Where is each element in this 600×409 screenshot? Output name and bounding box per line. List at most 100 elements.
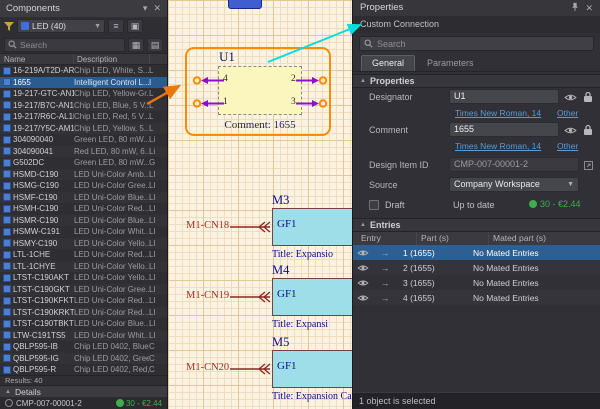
component-row[interactable]: HSMG-C190 LED Uni-Color Gree... LI [0, 180, 167, 192]
external-link-icon[interactable] [581, 158, 595, 172]
panel-options-button[interactable]: ▣ [127, 19, 143, 33]
component-row[interactable]: LTW-C191TS5 LED Uni-Color Whit... LI [0, 330, 167, 342]
component-row[interactable]: G502DC Green LED, 80 mW... G [0, 157, 167, 169]
entries-column-headers: Entry Part (s) Mated part (s) [353, 232, 600, 245]
module-ref-label[interactable]: M4 [272, 263, 289, 278]
entry-row[interactable]: → 1 (1655) No Mated Entries [353, 245, 600, 260]
lock-icon[interactable] [581, 90, 595, 104]
component-row[interactable]: LTST-C190GKT LED Uni-Color Gree... LI [0, 284, 167, 296]
component-row[interactable]: HSMY-C190 LED Uni-Color Yello... LI [0, 238, 167, 250]
component-row[interactable]: LTST-C190TBKT LED Uni-Color Blue... LI [0, 318, 167, 330]
component-row[interactable]: HSMW-C191 LED Uni-Color Whit... LI [0, 226, 167, 238]
filter-funnel-icon[interactable] [4, 22, 14, 31]
component-row[interactable]: HSMD-C190 LED Uni-Color Amb... LI [0, 169, 167, 181]
components-panel: Components ✕ ▾ LED (40) ▼ ≡ ▣ Search ▦ ▤… [0, 0, 168, 409]
section-properties[interactable]: ▲ Properties [353, 74, 600, 88]
designator-other-link[interactable]: Other [557, 108, 578, 118]
sheet-symbol[interactable]: GF1 [272, 350, 352, 388]
goto-arrow-icon[interactable]: → [373, 263, 397, 273]
section-entries[interactable]: ▲ Entries [353, 218, 600, 232]
component-row[interactable]: LTST-C190AKT LED Uni-Color Yello... LI [0, 272, 167, 284]
sheet-symbol[interactable]: GF1 [272, 278, 352, 316]
pin-number[interactable]: 3 [291, 97, 296, 107]
component-row[interactable]: LTL-1CHYE LED Uni-Color Yello... LI [0, 261, 167, 273]
component-row[interactable]: 304090040 Green LED, 80 mW... Li [0, 134, 167, 146]
goto-arrow-icon[interactable]: → [373, 293, 397, 303]
eye-icon[interactable] [353, 279, 373, 287]
goto-arrow-icon[interactable]: → [373, 278, 397, 288]
component-row[interactable]: HSMF-C190 LED Uni-Color Blue... LI [0, 192, 167, 204]
component-row[interactable]: QBLP595-IG Chip LED 0402, Gree... C [0, 353, 167, 365]
comment-input[interactable]: 1655 [449, 122, 559, 137]
tab-parameters[interactable]: Parameters [417, 56, 484, 71]
column-header-parts[interactable]: Part (s) [417, 232, 489, 245]
module-ref-label[interactable]: M3 [272, 193, 289, 208]
component-row[interactable]: 1655 Intelligent Control L... I [0, 77, 167, 89]
component-row[interactable]: QBLP595-IB Chip LED 0402, Blue... C [0, 341, 167, 353]
pin-icon[interactable] [571, 0, 579, 16]
sheet-module: M5 GF1 M1-CN20 Title: Expansion Card 3 [168, 335, 352, 405]
goto-arrow-icon[interactable]: → [373, 248, 397, 258]
column-header-name[interactable]: Name [0, 54, 74, 64]
component-extra: LI [149, 331, 167, 340]
component-row[interactable]: LTST-C190KRKT LED Uni-Color Red... LI [0, 307, 167, 319]
component-row[interactable]: LTST-C190KFKT LED Uni-Color Red... LI [0, 295, 167, 307]
properties-search-input[interactable]: Search [359, 36, 594, 51]
list-view-button[interactable]: ▤ [147, 38, 163, 52]
entry-row[interactable]: → 3 (1655) No Mated Entries [353, 275, 600, 290]
column-header-mated-parts[interactable]: Mated part (s) [489, 232, 600, 245]
net-label[interactable]: M1-CN19 [186, 290, 229, 301]
designator-font-link[interactable]: Times New Roman, 14 [455, 108, 541, 118]
source-dropdown[interactable]: Company Workspace ▼ [449, 177, 579, 192]
lock-icon[interactable] [581, 123, 595, 137]
components-search-input[interactable]: Search [4, 38, 125, 52]
entry-row[interactable]: → 4 (1655) No Mated Entries [353, 290, 600, 305]
module-ref-label[interactable]: M5 [272, 335, 289, 350]
column-header-entry[interactable]: Entry [353, 232, 417, 245]
component-row[interactable]: 19-217/Y5C-AM1N... Chip LED, Yellow, 5..… [0, 123, 167, 135]
eye-icon[interactable] [353, 264, 373, 272]
comment-label[interactable]: Comment: 1655 [218, 119, 302, 131]
component-row[interactable]: QBLP595-R Chip LED 0402, Red,... C [0, 364, 167, 375]
panel-menu-button[interactable]: ≡ [108, 19, 124, 33]
component-row[interactable]: LTL-1CHE LED Uni-Color Red... LI [0, 249, 167, 261]
column-header-extra[interactable] [150, 54, 167, 64]
component-row[interactable]: 16-219A/T2D-AR2... Chip LED, White, S...… [0, 65, 167, 77]
component-description: LED Uni-Color Gree... [74, 181, 149, 190]
pin-number[interactable]: 2 [291, 74, 296, 84]
design-item-id-label: Design Item ID [369, 160, 429, 170]
close-icon[interactable]: ✕ [153, 0, 161, 17]
close-icon[interactable]: ✕ [585, 0, 593, 16]
component-symbol-icon [3, 366, 11, 374]
component-row[interactable]: HSMH-C190 LED Uni-Color Red... LI [0, 203, 167, 215]
component-row[interactable]: HSMR-C190 LED Uni-Color Blue... LI [0, 215, 167, 227]
tab-general[interactable]: General [361, 55, 415, 71]
sheet-symbol[interactable]: GF1 [272, 208, 352, 246]
component-row[interactable]: 19-217/R6C-AL1M... Chip LED, Red, 5 V...… [0, 111, 167, 123]
component-extra: LI [149, 216, 167, 225]
eye-icon[interactable] [353, 249, 373, 257]
category-dropdown[interactable]: LED (40) ▼ [17, 19, 105, 33]
comment-other-link[interactable]: Other [557, 141, 578, 151]
component-row[interactable]: 304090041 Red LED, 80 mW, 6... Li [0, 146, 167, 158]
component-symbol-icon [3, 331, 11, 339]
draft-checkbox[interactable] [369, 200, 379, 210]
eye-icon[interactable] [353, 294, 373, 302]
eye-icon[interactable] [563, 90, 577, 104]
comment-font-link[interactable]: Times New Roman, 14 [455, 141, 541, 151]
column-header-description[interactable]: Description [74, 54, 150, 64]
grid-view-button[interactable]: ▦ [128, 38, 144, 52]
net-label[interactable]: M1-CN18 [186, 220, 229, 231]
component-name: 304090040 [13, 135, 74, 144]
pin-number[interactable]: 1 [223, 97, 228, 107]
entry-row[interactable]: → 2 (1655) No Mated Entries [353, 260, 600, 275]
designator-input[interactable]: U1 [449, 89, 559, 104]
component-row[interactable]: 19-217/B7C-AN1P... Chip LED, Blue, 5 V..… [0, 100, 167, 112]
schematic-canvas[interactable]: U1 4 1 2 3 Comment: 1655 M3 GF1 M [168, 0, 352, 409]
panel-menu-icon[interactable]: ▾ [143, 0, 148, 17]
eye-icon[interactable] [563, 123, 577, 137]
component-row[interactable]: 19-217-GTC-AN1P... Chip LED, Yellow-Gr..… [0, 88, 167, 100]
pin-number[interactable]: 4 [223, 74, 228, 84]
details-bar[interactable]: ▲ Details [0, 385, 167, 397]
net-label[interactable]: M1-CN20 [186, 362, 229, 373]
